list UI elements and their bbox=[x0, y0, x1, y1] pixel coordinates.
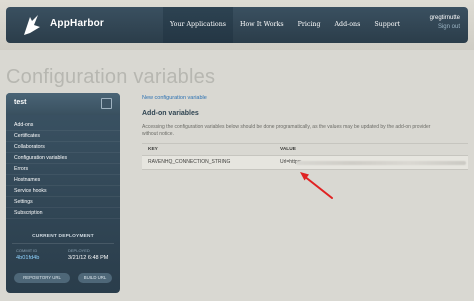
sidebar-item-service-hooks[interactable]: Service hooks bbox=[6, 186, 120, 197]
table-header-row: KEY VALUE bbox=[142, 144, 468, 156]
deployed-time: 3/21/12 6:48 PM bbox=[68, 255, 109, 261]
appharbor-logo-icon[interactable] bbox=[20, 11, 42, 39]
main-content: New configuration variable Add-on variab… bbox=[140, 92, 468, 292]
table-row: RAVENHQ_CONNECTION_STRING Url=https: bbox=[142, 156, 468, 170]
sidebar-item-subscription[interactable]: Subscription bbox=[6, 208, 120, 219]
repository-url-button[interactable]: REPOSITORY URL bbox=[14, 273, 70, 283]
app-switch-toggle[interactable] bbox=[101, 98, 112, 109]
primary-nav: Your Applications How It Works Pricing A… bbox=[163, 7, 407, 43]
nav-your-applications[interactable]: Your Applications bbox=[163, 7, 234, 43]
blurred-value-redaction bbox=[296, 161, 466, 165]
key-column-header: KEY bbox=[148, 147, 158, 152]
variable-key: RAVENHQ_CONNECTION_STRING bbox=[148, 159, 231, 165]
sidebar-item-certificates[interactable]: Certificates bbox=[6, 131, 120, 142]
deployed-label: DEPLOYED bbox=[68, 248, 90, 253]
sidebar-item-configuration-variables[interactable]: Configuration variables bbox=[6, 153, 120, 164]
user-name[interactable]: gregtirnutte bbox=[430, 15, 460, 21]
app-name: test bbox=[14, 99, 27, 106]
new-configuration-variable-link[interactable]: New configuration variable bbox=[142, 95, 207, 101]
sidebar-item-collaborators[interactable]: Collaborators bbox=[6, 142, 120, 153]
page-title: Configuration variables bbox=[6, 66, 216, 88]
build-url-button[interactable]: BUILD URL bbox=[78, 273, 112, 283]
commit-id-link[interactable]: 4b01fd4b bbox=[16, 255, 39, 261]
sidebar-menu: Add-ons Certificates Collaborators Confi… bbox=[6, 120, 120, 219]
nav-how-it-works[interactable]: How It Works bbox=[233, 7, 291, 43]
commit-id-label: COMMIT ID bbox=[16, 248, 38, 253]
add-on-variables-description: Accessing the configuration variables be… bbox=[142, 124, 431, 137]
nav-support[interactable]: Support bbox=[367, 7, 407, 43]
app-header: test bbox=[6, 93, 120, 115]
current-deployment-title: CURRENT DEPLOYMENT bbox=[32, 234, 94, 239]
main-navbar: AppHarbor Your Applications How It Works… bbox=[6, 7, 468, 43]
app-sidebar: test Add-ons Certificates Collaborators … bbox=[6, 93, 120, 293]
sidebar-item-settings[interactable]: Settings bbox=[6, 197, 120, 208]
user-menu: gregtirnutte Sign out bbox=[430, 15, 460, 30]
sidebar-item-add-ons[interactable]: Add-ons bbox=[6, 120, 120, 131]
app-logo-text[interactable]: AppHarbor bbox=[50, 18, 104, 29]
sidebar-item-errors[interactable]: Errors bbox=[6, 164, 120, 175]
nav-add-ons[interactable]: Add-ons bbox=[328, 7, 368, 43]
current-deployment-panel: COMMIT ID 4b01fd4b DEPLOYED 3/21/12 6:48… bbox=[12, 243, 114, 266]
top-header: AppHarbor Your Applications How It Works… bbox=[0, 0, 474, 50]
nav-pricing[interactable]: Pricing bbox=[291, 7, 328, 43]
sidebar-item-hostnames[interactable]: Hostnames bbox=[6, 175, 120, 186]
config-variables-table: KEY VALUE RAVENHQ_CONNECTION_STRING Url=… bbox=[142, 143, 468, 170]
value-column-header: VALUE bbox=[280, 147, 296, 152]
add-on-variables-heading: Add-on variables bbox=[142, 110, 199, 117]
sign-out-link[interactable]: Sign out bbox=[430, 24, 460, 30]
